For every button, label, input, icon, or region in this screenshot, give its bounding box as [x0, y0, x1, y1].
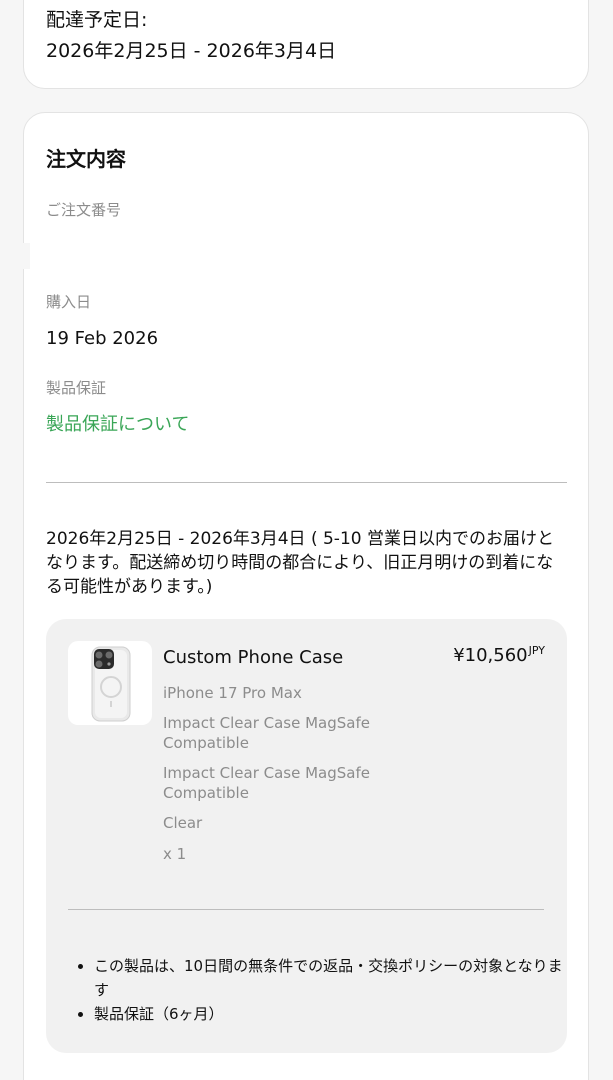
price-currency: JPY — [528, 644, 545, 657]
return-policy-note: この製品は、10日間の無条件での返品・交換ポリシーの対象となります — [94, 954, 564, 1002]
product-model: iPhone 17 Pro Max — [163, 684, 302, 702]
product-notes-list: この製品は、10日間の無条件での返品・交換ポリシーの対象となります 製品保証（6… — [74, 954, 564, 1026]
product-case-type-secondary: Impact Clear Case MagSafe Compatible — [163, 764, 370, 802]
product-price: ¥10,560JPY — [453, 639, 545, 668]
warranty-period-note: 製品保証（6ヶ月） — [94, 1002, 564, 1026]
purchase-date-label: 購入日 — [46, 293, 92, 311]
warranty-label: 製品保証 — [46, 379, 107, 397]
order-details-page: 配達予定日: 2026年2月25日 - 2026年3月4日 注文内容 ご注文番号… — [0, 0, 613, 1080]
product-color: Clear — [163, 814, 203, 832]
delivery-card: 配達予定日: 2026年2月25日 - 2026年3月4日 — [23, 0, 589, 89]
delivery-date-label: 配達予定日: — [46, 9, 148, 31]
price-amount: ¥10,560 — [453, 645, 528, 666]
order-details-card: 注文内容 ご注文番号 購入日 19 Feb 2026 製品保証 製品保証について… — [22, 112, 589, 1080]
product-divider — [68, 909, 544, 910]
product-item: Custom Phone Case ¥10,560JPY iPhone 17 P… — [46, 619, 567, 1053]
shipping-notice: 2026年2月25日 - 2026年3月4日 ( 5-10 営業日以内でのお届け… — [46, 529, 554, 597]
delivery-date-range: 2026年2月25日 - 2026年3月4日 — [46, 40, 337, 62]
section-divider — [46, 482, 567, 483]
product-thumbnail[interactable] — [68, 641, 152, 725]
purchase-date-value: 19 Feb 2026 — [46, 328, 159, 349]
order-details-title: 注文内容 — [46, 147, 126, 171]
card-border-gap — [22, 243, 30, 269]
phone-case-image — [91, 646, 131, 722]
order-number-label: ご注文番号 — [46, 201, 122, 219]
product-name: Custom Phone Case — [163, 647, 344, 668]
product-quantity: x 1 — [163, 845, 187, 863]
warranty-info-link[interactable]: 製品保証について — [46, 413, 189, 437]
product-case-type: Impact Clear Case MagSafe Compatible — [163, 714, 370, 752]
